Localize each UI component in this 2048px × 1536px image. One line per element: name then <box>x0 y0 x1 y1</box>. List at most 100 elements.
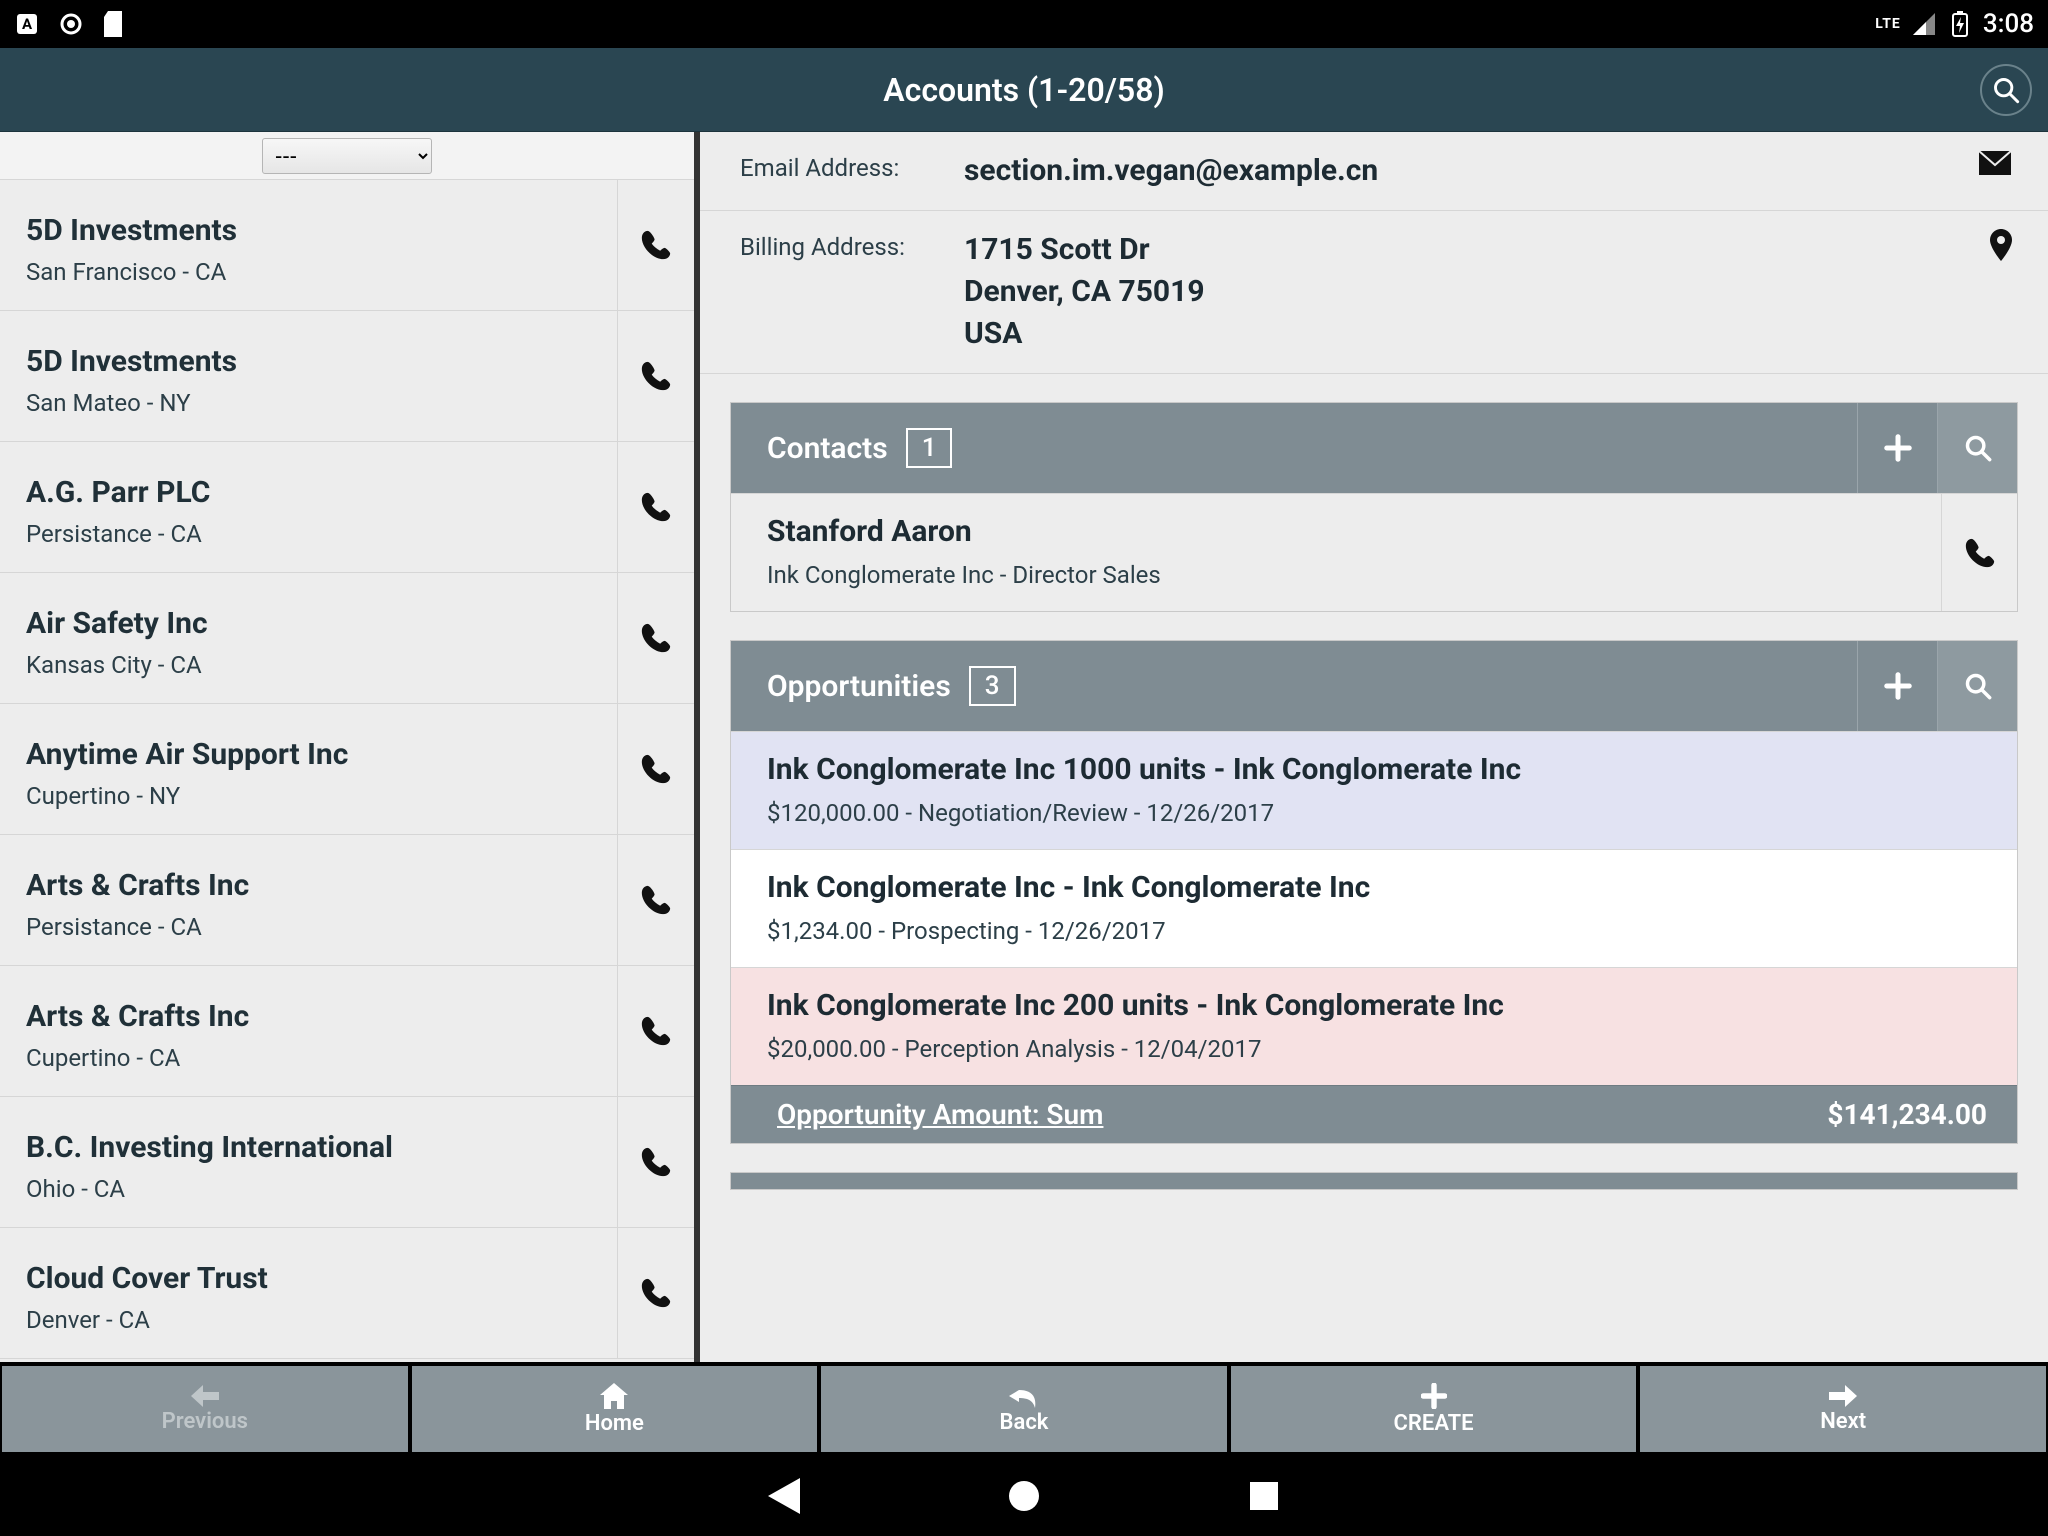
contact-call-button[interactable] <box>1941 494 2017 611</box>
account-name: Cloud Cover Trust <box>26 1261 591 1296</box>
keyboard-icon: A <box>14 11 40 37</box>
account-location: Persistance - CA <box>26 520 591 548</box>
arrow-right-icon <box>1829 1385 1857 1407</box>
plus-icon <box>1883 671 1913 701</box>
nav-recent-button[interactable] <box>1244 1476 1284 1516</box>
nav-home-button[interactable] <box>1004 1476 1044 1516</box>
opportunities-search-button[interactable] <box>1937 641 2017 731</box>
phone-icon <box>639 228 673 262</box>
next-panel-peek <box>730 1172 2018 1190</box>
call-button[interactable] <box>618 573 694 703</box>
call-button[interactable] <box>618 180 694 310</box>
contacts-count: 1 <box>906 428 953 468</box>
account-list-item[interactable]: Arts & Crafts Inc Persistance - CA <box>0 835 694 966</box>
contact-row[interactable]: Stanford AaronInk Conglomerate Inc - Dir… <box>731 493 2017 611</box>
email-label: Email Address: <box>740 150 964 182</box>
undo-icon <box>1009 1384 1039 1408</box>
home-label: Home <box>585 1411 644 1436</box>
home-button[interactable]: Home <box>412 1366 818 1452</box>
billing-label: Billing Address: <box>740 229 964 261</box>
account-name: 5D Investments <box>26 213 591 248</box>
email-value[interactable]: section.im.vegan@example.cn <box>964 150 1962 192</box>
phone-icon <box>639 621 673 655</box>
filter-select[interactable]: --- <box>262 138 432 174</box>
phone-icon <box>639 490 673 524</box>
account-location: Kansas City - CA <box>26 651 591 679</box>
account-name: B.C. Investing International <box>26 1130 591 1165</box>
account-list-item[interactable]: Anytime Air Support Inc Cupertino - NY <box>0 704 694 835</box>
back-label: Back <box>1000 1410 1049 1435</box>
account-list-item[interactable]: 5D Investments San Mateo - NY <box>0 311 694 442</box>
opportunities-count: 3 <box>969 666 1016 706</box>
opportunities-footer: Opportunity Amount: Sum $141,234.00 <box>731 1085 2017 1143</box>
back-button[interactable]: Back <box>821 1366 1227 1452</box>
contacts-add-button[interactable] <box>1857 403 1937 493</box>
contacts-header[interactable]: Contacts 1 <box>731 403 2017 493</box>
call-button[interactable] <box>618 966 694 1096</box>
map-action[interactable] <box>1962 229 2012 261</box>
account-location: Persistance - CA <box>26 913 591 941</box>
header-search-button[interactable] <box>1980 64 2032 116</box>
opportunity-sub: $20,000.00 - Perception Analysis - 12/04… <box>767 1035 1987 1063</box>
opportunity-sum-value: $141,234.00 <box>1827 1098 1987 1131</box>
account-list-item[interactable]: A.G. Parr PLC Persistance - CA <box>0 442 694 573</box>
account-list-item[interactable]: Cloud Cover Trust Denver - CA <box>0 1228 694 1359</box>
call-button[interactable] <box>618 1097 694 1227</box>
contacts-title: Contacts <box>767 431 888 466</box>
opportunities-add-button[interactable] <box>1857 641 1937 731</box>
home-icon <box>600 1383 628 1409</box>
nav-back-button[interactable] <box>764 1476 804 1516</box>
phone-icon <box>639 359 673 393</box>
contacts-search-button[interactable] <box>1937 403 2017 493</box>
battery-charging-icon <box>1947 11 1973 37</box>
account-list-item[interactable]: B.C. Investing InternationalOhio - CA <box>0 1097 694 1228</box>
account-location: Cupertino - NY <box>26 782 591 810</box>
phone-icon <box>1963 536 1997 570</box>
account-name: Arts & Crafts Inc <box>26 868 591 903</box>
signal-icon <box>1911 11 1937 37</box>
billing-value[interactable]: 1715 Scott Dr Denver, CA 75019 USA <box>964 229 1962 355</box>
contacts-panel: Contacts 1 Stanford AaronInk Conglomerat… <box>730 402 2018 612</box>
account-list-item[interactable]: 5D InvestmentsSan Francisco - CA <box>0 180 694 311</box>
account-location: Denver - CA <box>26 1306 591 1334</box>
account-list-item[interactable]: Arts & Crafts IncCupertino - CA <box>0 966 694 1097</box>
account-name: 5D Investments <box>26 344 591 379</box>
create-label: CREATE <box>1394 1411 1474 1436</box>
call-button[interactable] <box>618 442 694 572</box>
opportunity-sum-label: Opportunity Amount: Sum <box>777 1098 1103 1131</box>
opportunities-header[interactable]: Opportunities 3 <box>731 641 2017 731</box>
create-button[interactable]: CREATE <box>1231 1366 1637 1452</box>
clock: 3:08 <box>1983 9 2034 39</box>
opportunity-row[interactable]: Ink Conglomerate Inc 1000 units - Ink Co… <box>731 731 2017 849</box>
mail-icon <box>1978 150 2012 176</box>
opportunity-row[interactable]: Ink Conglomerate Inc - Ink Conglomerate … <box>731 849 2017 967</box>
previous-button: Previous <box>2 1366 408 1452</box>
phone-icon <box>639 1014 673 1048</box>
opportunity-sub: $120,000.00 - Negotiation/Review - 12/26… <box>767 799 1987 827</box>
email-field-row: Email Address: section.im.vegan@example.… <box>700 132 2048 211</box>
opportunity-title: Ink Conglomerate Inc 200 units - Ink Con… <box>767 988 1987 1023</box>
plus-icon <box>1421 1383 1447 1409</box>
account-list-item[interactable]: Air Safety IncKansas City - CA <box>0 573 694 704</box>
app-header: Accounts (1-20/58) <box>0 48 2048 132</box>
phone-icon <box>639 883 673 917</box>
phone-icon <box>639 1145 673 1179</box>
search-icon <box>1964 434 1992 462</box>
account-name: Anytime Air Support Inc <box>26 737 591 772</box>
android-navbar <box>0 1456 2048 1536</box>
opportunity-row[interactable]: Ink Conglomerate Inc 200 units - Ink Con… <box>731 967 2017 1085</box>
call-button[interactable] <box>618 311 694 441</box>
previous-label: Previous <box>162 1409 248 1434</box>
account-name: A.G. Parr PLC <box>26 475 591 510</box>
sidebar-filter: --- <box>0 132 694 180</box>
opportunity-sub: $1,234.00 - Prospecting - 12/26/2017 <box>767 917 1987 945</box>
email-action[interactable] <box>1962 150 2012 176</box>
network-label: LTE <box>1875 16 1901 32</box>
call-button[interactable] <box>618 704 694 834</box>
account-location: San Mateo - NY <box>26 389 591 417</box>
account-location: Cupertino - CA <box>26 1044 591 1072</box>
call-button[interactable] <box>618 1228 694 1358</box>
call-button[interactable] <box>618 835 694 965</box>
phone-icon <box>639 1276 673 1310</box>
next-button[interactable]: Next <box>1640 1366 2046 1452</box>
